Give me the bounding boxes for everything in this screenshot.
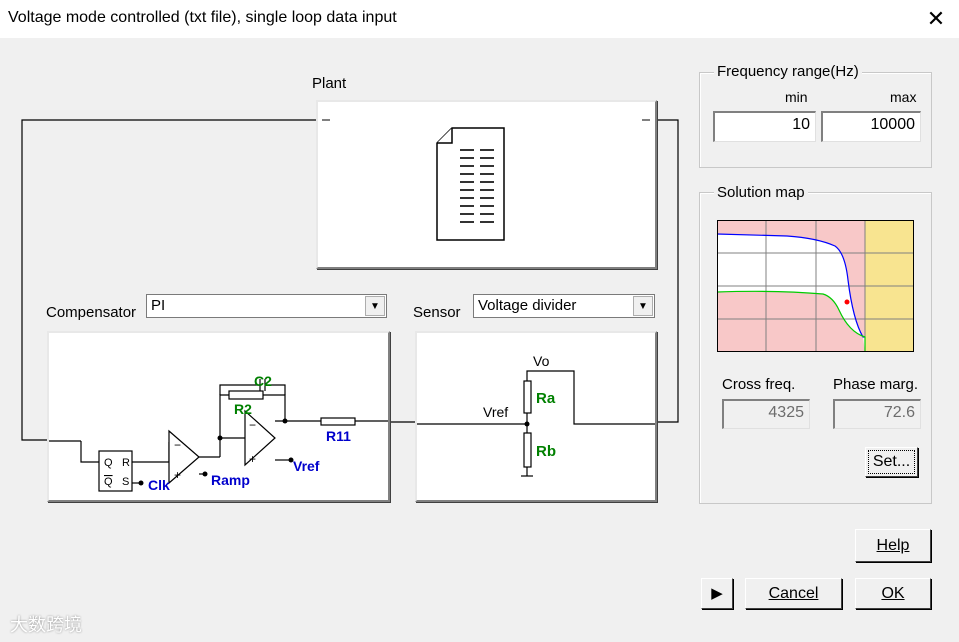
opamp1-plus-label: + [174, 468, 181, 482]
compensator-value: PI [151, 297, 166, 314]
max-frequency-input[interactable]: 10000 [821, 111, 921, 142]
phase-marg-value: 72.6 [833, 399, 921, 429]
flipflop-s-label: S [122, 476, 129, 488]
sensor-vref-label: Vref [483, 404, 508, 420]
plant-label: Plant [312, 75, 347, 92]
vref-label: Vref [293, 458, 320, 474]
compensator-label: Compensator [46, 304, 137, 321]
sensor-label: Sensor [413, 304, 461, 321]
compensator-panel[interactable]: Q R Q S − + − + C2 R2 R11 Clk Ramp Vref [47, 331, 390, 502]
ramp-label: Ramp [211, 472, 250, 488]
plant-panel[interactable] [316, 100, 657, 269]
flipflop-qbar-label: Q [104, 476, 113, 488]
cross-freq-value: 4325 [722, 399, 810, 429]
opamp1-minus-label: − [174, 438, 181, 452]
vo-label: Vo [533, 353, 550, 369]
flipflop-r-label: R [122, 457, 130, 469]
min-label: min [785, 89, 808, 105]
min-frequency-input[interactable]: 10 [713, 111, 816, 142]
chevron-down-icon[interactable]: ▼ [633, 296, 653, 316]
compensator-select[interactable]: PI ▼ [146, 294, 387, 318]
watermark: 大数跨境 [10, 615, 82, 635]
ra-label: Ra [536, 390, 556, 407]
cancel-button-label: Cancel [768, 585, 819, 602]
cancel-button[interactable]: Cancel [745, 578, 842, 609]
solution-map-plot[interactable] [717, 220, 914, 352]
play-icon: ▶ [711, 585, 723, 602]
compensator-circuit: Q R Q S − + − + C2 R2 R11 Clk Ramp Vref [49, 373, 388, 493]
ok-button[interactable]: OK [855, 578, 931, 609]
sensor-panel[interactable]: Vo Vref Ra Rb [415, 331, 657, 502]
sensor-circuit: Vo Vref Ra Rb [417, 353, 655, 477]
sensor-value: Voltage divider [478, 297, 577, 314]
c2-label: C2 [254, 373, 272, 389]
flipflop-q-label: Q [104, 457, 113, 469]
r11-label: R11 [326, 428, 351, 444]
solution-map-label: Solution map [714, 184, 808, 201]
text-file-icon [322, 119, 650, 241]
frequency-range-label: Frequency range(Hz) [714, 63, 862, 80]
help-button[interactable]: Help [855, 529, 931, 562]
sensor-select[interactable]: Voltage divider ▼ [473, 294, 655, 318]
chevron-down-icon[interactable]: ▼ [365, 296, 385, 316]
phase-marg-label: Phase marg. [833, 376, 919, 393]
r2-label: R2 [234, 401, 252, 417]
clk-label: Clk [148, 477, 170, 493]
help-button-label: Help [876, 537, 910, 554]
cross-freq-label: Cross freq. [722, 376, 796, 393]
max-label: max [890, 89, 917, 105]
opamp2-minus-label: − [249, 418, 256, 432]
play-button[interactable]: ▶ [701, 578, 733, 609]
set-button[interactable]: Set... [865, 447, 918, 477]
opamp2-plus-label: + [249, 452, 256, 466]
ok-button-label: OK [881, 585, 905, 602]
rb-label: Rb [536, 443, 556, 460]
operating-point [844, 299, 850, 305]
